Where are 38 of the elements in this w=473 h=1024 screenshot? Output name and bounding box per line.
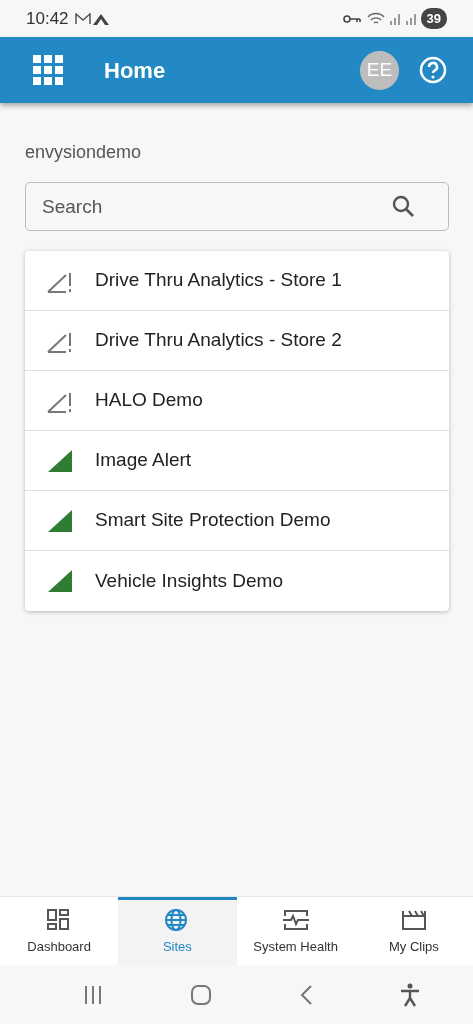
battery-level: 39 — [420, 7, 447, 30]
site-item[interactable]: Drive Thru Analytics - Store 1 — [25, 251, 449, 311]
recents-button[interactable] — [83, 984, 104, 1005]
help-icon — [419, 56, 447, 84]
site-item[interactable]: Smart Site Protection Demo — [25, 491, 449, 551]
key-icon — [342, 13, 361, 24]
clock-time: 10:42 — [26, 7, 69, 30]
site-item[interactable]: Image Alert — [25, 431, 449, 491]
site-name: Vehicle Insights Demo — [95, 568, 283, 593]
account-name: envysiondemo — [25, 141, 143, 164]
site-item[interactable]: Vehicle Insights Demo — [25, 551, 449, 611]
site-name: Drive Thru Analytics - Store 1 — [95, 268, 342, 293]
search-field[interactable]: Search — [25, 182, 449, 231]
home-button[interactable] — [190, 983, 213, 1006]
pulse-icon — [282, 908, 309, 933]
site-name: Smart Site Protection Demo — [95, 508, 331, 533]
page-title: Home — [104, 56, 166, 85]
signal-icon — [388, 12, 401, 25]
search-icon — [391, 194, 415, 218]
signal-icon — [404, 12, 417, 25]
mountain-icon — [92, 12, 109, 25]
signal-icon — [47, 508, 73, 533]
mail-icon — [74, 12, 91, 25]
wifi-icon — [366, 11, 385, 26]
site-name: HALO Demo — [95, 388, 203, 413]
apps-button[interactable] — [33, 55, 63, 85]
site-item[interactable]: HALO Demo — [25, 371, 449, 431]
help-button[interactable] — [419, 56, 447, 84]
site-name: Image Alert — [95, 448, 192, 473]
site-item[interactable]: Drive Thru Analytics - Store 2 — [25, 311, 449, 371]
nav-tab[interactable]: Sites — [118, 897, 237, 965]
back-button[interactable] — [298, 983, 313, 1006]
accessibility-icon[interactable] — [399, 982, 420, 1007]
site-name: Drive Thru Analytics - Store 2 — [95, 328, 342, 353]
clapperboard-icon — [400, 908, 427, 933]
signal-icon — [47, 448, 73, 473]
grid-icon — [33, 55, 63, 85]
signal-icon — [47, 569, 73, 593]
